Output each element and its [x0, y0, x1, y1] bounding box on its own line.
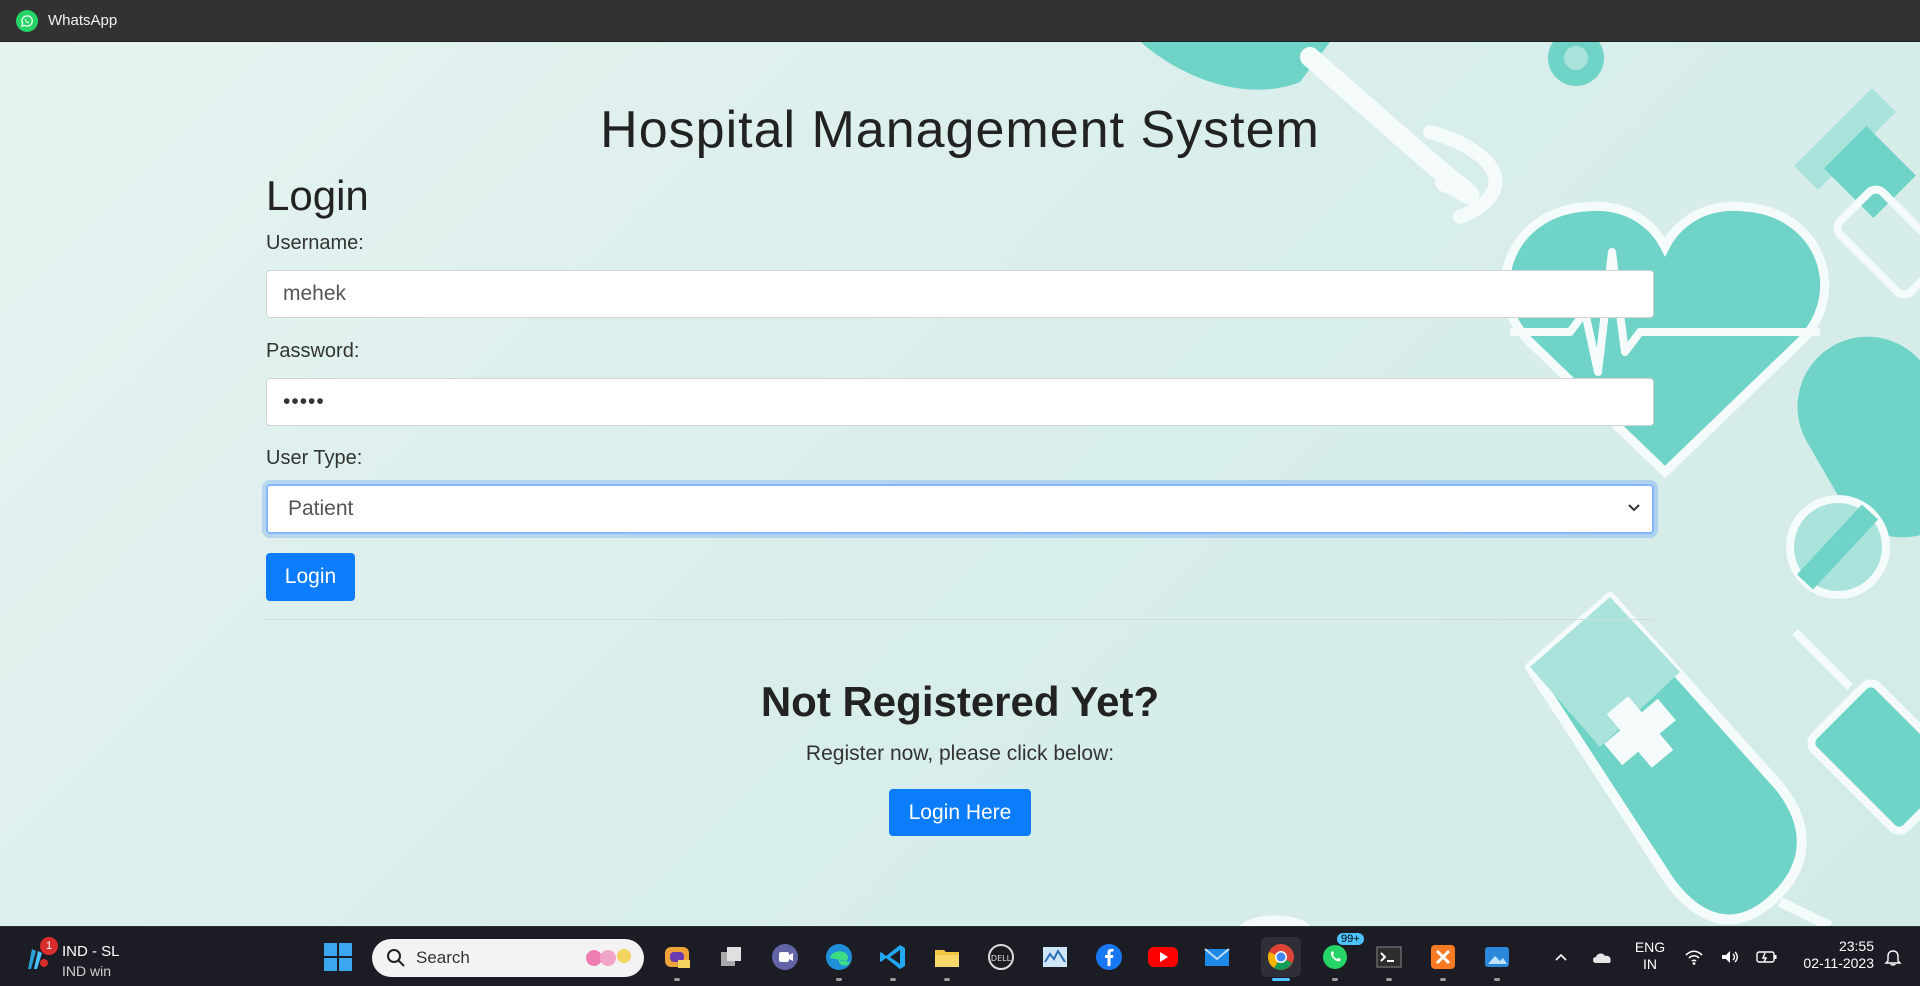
system-tray-quick-settings[interactable]: [1676, 937, 1786, 977]
edge-icon[interactable]: [819, 937, 859, 981]
user-type-label: User Type:: [266, 447, 363, 469]
page-title: Hospital Management System: [600, 101, 1320, 159]
chevron-down-icon: [1628, 504, 1640, 512]
heart-icon: [1500, 201, 1830, 479]
username-label: Username:: [266, 232, 364, 254]
search-placeholder: Search: [416, 948, 470, 967]
youtube-icon[interactable]: [1143, 937, 1183, 977]
volume-icon: [1722, 951, 1738, 963]
password-value: •••••: [283, 390, 325, 413]
password-input[interactable]: •••••: [266, 378, 1654, 426]
monitor-icon[interactable]: [1035, 937, 1075, 977]
news-widget[interactable]: 1 IND - SL IND win: [22, 935, 142, 979]
page-viewport: Hospital Management System Login Usernam…: [0, 42, 1920, 926]
login-button[interactable]: Login: [266, 553, 355, 601]
news-line1: IND - SL: [62, 943, 120, 960]
show-hidden-icons-chevron-icon[interactable]: [1541, 937, 1581, 977]
search-icon: [387, 949, 405, 967]
username-value: mehek: [283, 282, 347, 305]
chrome-icon[interactable]: [1261, 937, 1301, 981]
copilot-icon[interactable]: [657, 937, 697, 981]
terminal-icon[interactable]: [1369, 937, 1409, 981]
language-line2: IN: [1643, 956, 1657, 972]
whatsapp-logo-icon: [16, 9, 38, 32]
photos-icon[interactable]: [1477, 937, 1517, 981]
dell-icon[interactable]: DELL: [981, 937, 1021, 977]
window-titlebar: WhatsApp: [0, 0, 1920, 42]
facebook-icon[interactable]: [1089, 937, 1129, 977]
battery-icon: [1756, 951, 1777, 963]
username-input[interactable]: mehek: [266, 270, 1654, 318]
search-highlight-icon: [586, 949, 631, 966]
syringe-bottom-icon: [1792, 629, 1920, 835]
task-view-icon[interactable]: [711, 937, 751, 977]
taskbar: 1 IND - SL IND win Search DELL 99+ ENG I…: [0, 926, 1920, 986]
clock-time: 23:55: [1838, 938, 1874, 954]
section-title: Login: [266, 172, 369, 219]
svg-text:DELL: DELL: [991, 954, 1012, 963]
mail-icon[interactable]: [1197, 937, 1237, 977]
clock[interactable]: 23:55 02-11-2023: [1782, 938, 1874, 972]
user-type-select[interactable]: Patient: [266, 484, 1654, 534]
language-line1: ENG: [1634, 939, 1666, 955]
password-label: Password:: [266, 340, 360, 362]
taskbar-search[interactable]: Search: [372, 939, 644, 977]
vscode-icon[interactable]: [873, 937, 913, 981]
syringe-icon: [1794, 88, 1920, 299]
news-badge: 1: [40, 937, 58, 955]
tablet-icon: [1786, 495, 1890, 599]
divider: [266, 619, 1654, 620]
pill-icon: [1797, 336, 1920, 538]
news-line2: IND win: [62, 963, 112, 979]
notification-bell-icon[interactable]: [1876, 937, 1910, 977]
register-text: Register now, please click below:: [805, 742, 1115, 765]
file-explorer-icon[interactable]: [927, 937, 967, 981]
register-title: Not Registered Yet?: [760, 678, 1160, 725]
login-here-button[interactable]: Login Here: [889, 789, 1031, 836]
whatsapp-badge: 99+: [1337, 933, 1364, 945]
user-type-value: Patient: [288, 497, 354, 520]
teams-icon[interactable]: [765, 937, 805, 977]
whatsapp-icon[interactable]: 99+: [1315, 933, 1364, 981]
wifi-icon: [1685, 950, 1703, 965]
start-icon[interactable]: [318, 937, 358, 977]
window-title: WhatsApp: [48, 12, 118, 29]
clock-date: 02-11-2023: [1803, 955, 1874, 971]
xampp-icon[interactable]: [1423, 937, 1463, 981]
language-indicator[interactable]: ENG IN: [1630, 939, 1670, 973]
onedrive-icon[interactable]: [1582, 937, 1622, 977]
